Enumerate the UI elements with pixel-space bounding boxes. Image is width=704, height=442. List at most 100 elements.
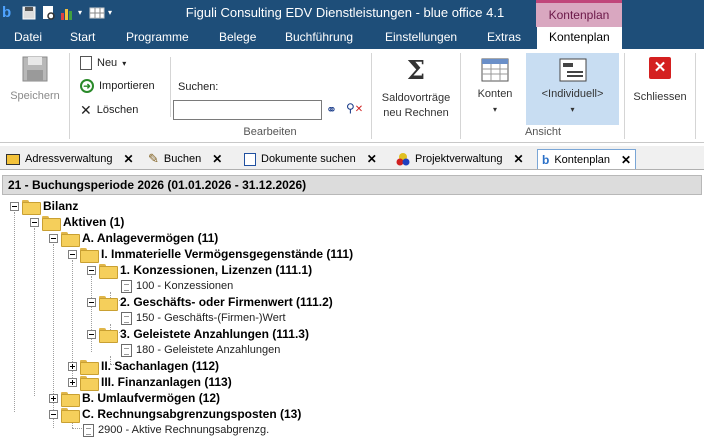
doc-tab-projektverwaltung[interactable]: Projektverwaltung ✕: [396, 149, 524, 169]
doc-tab-dokumente-suchen[interactable]: Dokumente suchen ✕: [244, 149, 377, 169]
close-tab-icon[interactable]: ✕: [212, 152, 222, 166]
separator: [170, 57, 171, 117]
tree-node-anlagevermoegen[interactable]: A. Anlagevermögen (11): [49, 230, 218, 247]
chevron-down-icon: ▾: [492, 105, 497, 114]
tree-node-aktiven[interactable]: Aktiven (1): [30, 214, 125, 231]
grid-icon: [481, 57, 509, 83]
menu-kontenplan[interactable]: Kontenplan: [537, 27, 622, 49]
account-tree[interactable]: Bilanz Aktiven (1) A. Anlagevermögen (11…: [0, 198, 704, 442]
tree-node-label: 100 - Konzessionen: [136, 280, 234, 292]
tree-node-rechnungsabgrenzung[interactable]: C. Rechnungsabgrenzungsposten (13): [49, 406, 302, 423]
doc-tab-label: Adressverwaltung: [25, 153, 113, 165]
tree-leaf-100[interactable]: 100 - Konzessionen: [118, 278, 233, 294]
tree-node-anzahlungen[interactable]: 3. Geleistete Anzahlungen (111.3): [87, 326, 309, 343]
tree-node-sachanlagen[interactable]: II. Sachanlagen (112): [68, 358, 219, 375]
new-label: Neu: [97, 57, 118, 69]
search-input[interactable]: [173, 100, 322, 120]
tree-node-finanzanlagen[interactable]: III. Finanzanlagen (113): [68, 374, 232, 391]
doc-tab-label: Dokumente suchen: [261, 153, 356, 165]
menu-einstellungen[interactable]: Einstellungen: [385, 30, 457, 44]
collapse-icon[interactable]: [49, 409, 58, 419]
menu-buchfuehrung[interactable]: Buchführung: [285, 30, 353, 44]
collapse-icon[interactable]: [87, 265, 96, 275]
tree-node-firmenwert[interactable]: 2. Geschäfts- oder Firmenwert (111.2): [87, 294, 333, 311]
close-tab-icon[interactable]: ✕: [513, 152, 523, 166]
project-shapes-icon: [396, 152, 410, 166]
tree-node-umlaufvermoegen[interactable]: B. Umlaufvermögen (12): [49, 390, 221, 407]
delete-button[interactable]: ✕ Löschen: [80, 103, 138, 117]
doc-tab-buchen[interactable]: ✎ Buchen ✕: [148, 149, 222, 169]
collapse-icon[interactable]: [30, 217, 39, 227]
tree-node-label: B. Umlaufvermögen (12): [82, 391, 221, 405]
preview-icon[interactable]: [40, 5, 56, 21]
blue-office-icon: b: [542, 152, 550, 167]
folder-open-icon: [61, 231, 80, 247]
tree-leaf-2900[interactable]: 2900 - Aktive Rechnungsabgrenzg.: [80, 422, 269, 438]
collapse-icon[interactable]: [49, 233, 58, 243]
address-card-icon: [6, 153, 20, 165]
folder-open-icon: [61, 407, 80, 423]
close-button[interactable]: ✕ Schliessen: [628, 57, 692, 105]
chart-icon[interactable]: [59, 5, 75, 21]
collapse-icon[interactable]: [87, 297, 96, 307]
close-tab-icon[interactable]: ✕: [621, 153, 631, 167]
menu-programme[interactable]: Programme: [126, 30, 189, 44]
doc-tab-label: Kontenplan: [554, 153, 611, 166]
collapse-icon[interactable]: [68, 249, 77, 259]
close-tab-icon[interactable]: ✕: [367, 152, 377, 166]
account-document-icon: [121, 343, 132, 357]
expand-icon[interactable]: [49, 393, 58, 403]
chevron-down-icon: ▾: [570, 105, 575, 114]
import-button[interactable]: ➜ Importieren: [80, 79, 155, 93]
collapse-icon[interactable]: [10, 201, 19, 211]
tree-leaf-150[interactable]: 150 - Geschäfts-(Firmen-)Wert: [118, 310, 286, 326]
separator: [69, 53, 70, 139]
tree-node-immaterielle[interactable]: I. Immaterielle Vermögensgegenstände (11…: [68, 246, 353, 263]
folder-icon: [61, 391, 80, 407]
accounts-view-button[interactable]: Konten ▾: [467, 57, 523, 117]
save-icon[interactable]: [21, 5, 37, 21]
folder-open-icon: [99, 327, 118, 343]
collapse-icon[interactable]: [87, 329, 96, 339]
binoculars-icon[interactable]: ⚭: [326, 102, 337, 118]
tree-node-bilanz[interactable]: Bilanz: [10, 198, 78, 215]
account-document-icon: [121, 311, 132, 325]
dropdown-small-icon[interactable]: ▾: [78, 5, 86, 21]
clear-search-icon[interactable]: ⚲✕: [346, 101, 363, 115]
menu-extras[interactable]: Extras: [487, 30, 521, 44]
folder-open-icon: [42, 215, 61, 231]
tree-line: [14, 212, 15, 412]
menu-belege[interactable]: Belege: [219, 30, 256, 44]
menu-bar: Datei Start Programme Belege Buchführung…: [0, 27, 704, 49]
tree-node-label: Aktiven (1): [63, 215, 125, 229]
floppy-icon: [22, 55, 48, 83]
sigma-icon: Σ: [406, 56, 426, 86]
import-label: Importieren: [99, 80, 155, 92]
layout-icon: [559, 57, 587, 83]
expand-icon[interactable]: [68, 361, 77, 371]
tree-leaf-180[interactable]: 180 - Geleistete Anzahlungen: [118, 342, 280, 358]
close-label: Schliessen: [633, 91, 687, 103]
folder-open-icon: [22, 199, 41, 215]
tree-node-label: 2900 - Aktive Rechnungsabgrenzg.: [98, 424, 270, 436]
customize-qat-icon[interactable]: ▾: [108, 5, 116, 21]
tree-node-label: 1. Konzessionen, Lizenzen (111.1): [120, 263, 313, 277]
doc-tab-adressverwaltung[interactable]: Adressverwaltung ✕: [6, 149, 134, 169]
app-logo-icon: b: [2, 4, 12, 21]
doc-tab-kontenplan[interactable]: b Kontenplan ✕: [537, 149, 637, 169]
menu-datei[interactable]: Datei: [14, 30, 42, 44]
close-tab-icon[interactable]: ✕: [123, 152, 133, 166]
new-button[interactable]: Neu ▾: [80, 56, 126, 70]
search-label: Suchen:: [178, 81, 219, 93]
tree-node-label: 3. Geleistete Anzahlungen (111.3): [120, 327, 309, 341]
individual-layout-button[interactable]: <Individuell> ▾: [526, 53, 619, 125]
save-button[interactable]: Speichern: [6, 55, 64, 104]
table-icon[interactable]: [89, 5, 105, 21]
tree-node-label: C. Rechnungsabgrenzungsposten (13): [82, 407, 302, 421]
document-tab-bar: Adressverwaltung ✕ ✎ Buchen ✕ Dokumente …: [0, 146, 704, 170]
menu-start[interactable]: Start: [70, 30, 95, 44]
recalculate-balances-button[interactable]: Σ Saldovorträge neu Rechnen: [376, 57, 456, 121]
tree-node-label: 180 - Geleistete Anzahlungen: [136, 344, 281, 356]
expand-icon[interactable]: [68, 377, 77, 387]
tree-node-konzessionen[interactable]: 1. Konzessionen, Lizenzen (111.1): [87, 262, 313, 279]
